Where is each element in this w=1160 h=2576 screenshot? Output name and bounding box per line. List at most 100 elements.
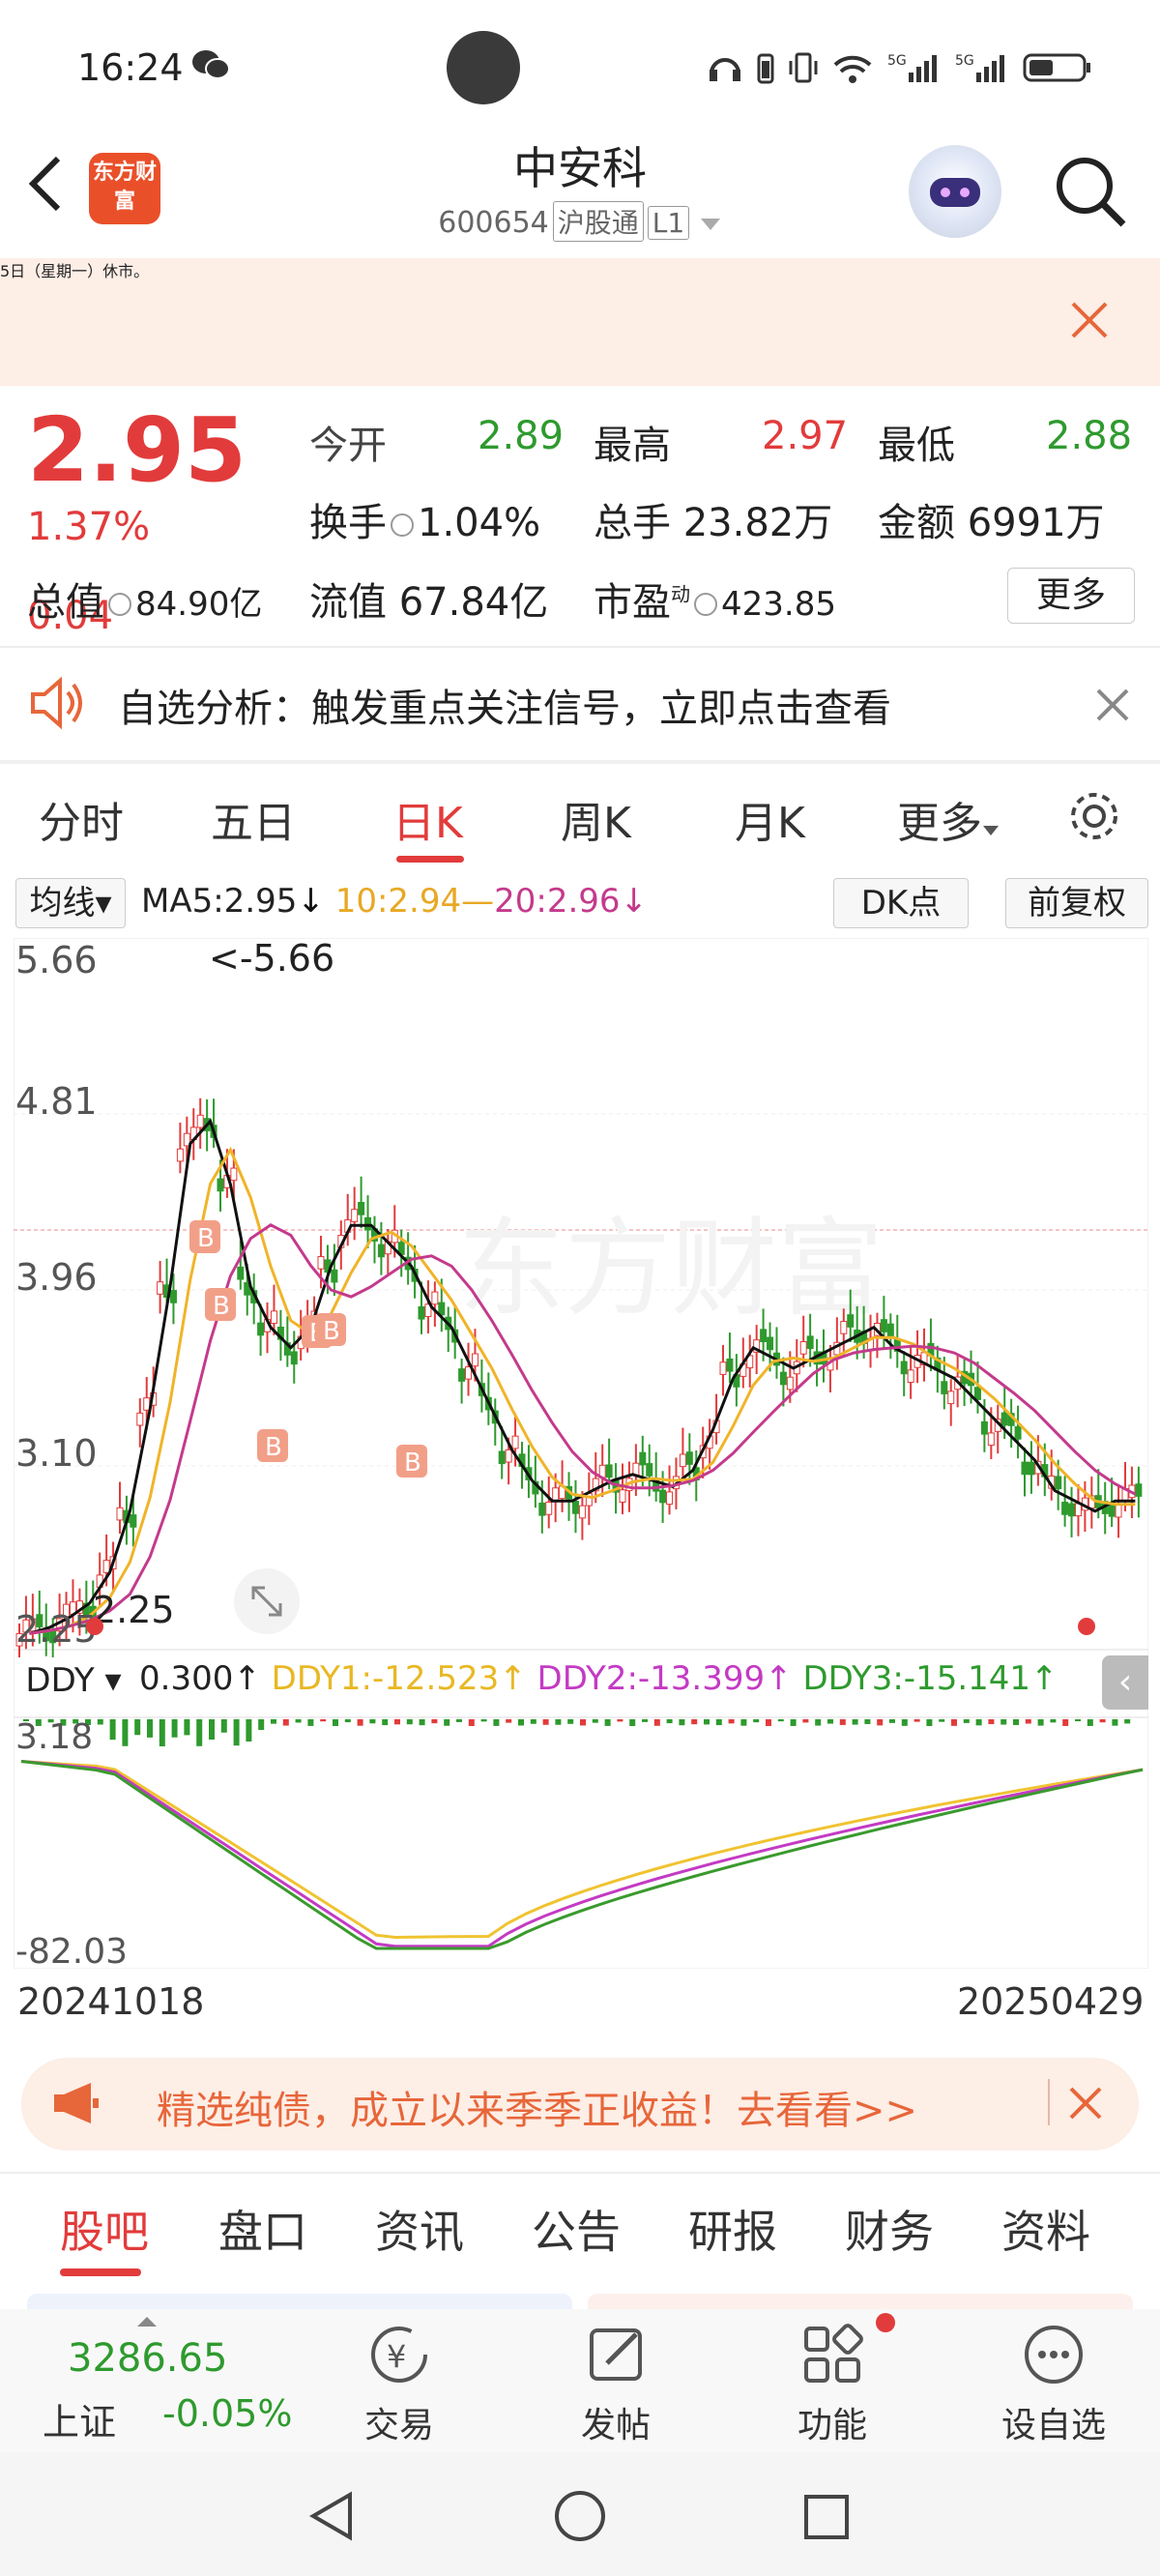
alert-text[interactable]: 自选分析：触发重点关注信号，立即点击查看 bbox=[118, 677, 891, 733]
more-quote-button[interactable]: 更多 bbox=[1007, 568, 1135, 624]
close-icon[interactable] bbox=[1094, 687, 1131, 723]
indicator-selector[interactable]: 均线▾ bbox=[15, 878, 126, 928]
tab-daily-k[interactable]: 日K bbox=[392, 788, 463, 850]
close-icon[interactable] bbox=[1067, 298, 1112, 342]
candle-body bbox=[458, 1368, 466, 1382]
notification-dot bbox=[876, 2313, 895, 2332]
battery-small-icon bbox=[757, 53, 774, 84]
b-marker-label: B bbox=[404, 1449, 421, 1478]
status-icons: 5G 5G bbox=[708, 48, 1092, 87]
system-back-icon[interactable] bbox=[307, 2491, 358, 2541]
tab-research[interactable]: 研报 bbox=[688, 2197, 777, 2261]
more-dots-icon bbox=[1025, 2326, 1083, 2384]
volume-value: 23.82万 bbox=[682, 501, 833, 545]
chevron-up-icon[interactable] bbox=[135, 2315, 159, 2328]
tab-profile[interactable]: 资料 bbox=[1001, 2197, 1090, 2261]
ddy-bar bbox=[147, 1719, 153, 1738]
ddy-bar bbox=[97, 1719, 103, 1725]
ddy-bar bbox=[307, 1719, 314, 1726]
vibrate-icon bbox=[789, 52, 818, 83]
assistant-robot-icon[interactable] bbox=[909, 145, 1001, 238]
candle-body bbox=[130, 1514, 137, 1528]
candle-body bbox=[1061, 1502, 1069, 1515]
tab-monthly-k[interactable]: 月K bbox=[735, 788, 805, 850]
nav-functions[interactable]: 功能 bbox=[789, 2321, 876, 2447]
nav-trade[interactable]: ¥ 交易 bbox=[356, 2321, 443, 2447]
open-row: 今开 bbox=[309, 414, 387, 470]
tab-order-book[interactable]: 盘口 bbox=[218, 2197, 307, 2261]
tab-intraday[interactable]: 分时 bbox=[39, 788, 124, 850]
candle-body bbox=[511, 1435, 519, 1449]
info-icon[interactable] bbox=[694, 593, 717, 616]
b-marker: B bbox=[189, 1220, 220, 1253]
y-axis-label: 5.66 bbox=[15, 939, 98, 981]
adjust-button[interactable]: 前复权 bbox=[1005, 878, 1148, 928]
nav-post[interactable]: 发帖 bbox=[572, 2321, 659, 2447]
tab-financials[interactable]: 财务 bbox=[845, 2197, 934, 2261]
ddy-bar bbox=[827, 1719, 833, 1724]
candle-body bbox=[545, 1502, 553, 1515]
candle-body bbox=[552, 1487, 560, 1501]
candle-body bbox=[176, 1148, 184, 1162]
candle-body bbox=[806, 1335, 814, 1350]
promo-text[interactable]: 精选纯债，成立以来季季正收益！去看看>> bbox=[157, 2079, 917, 2135]
close-icon[interactable] bbox=[1067, 2085, 1104, 2122]
candle-body bbox=[230, 1167, 238, 1182]
index-value[interactable]: 3286.65 bbox=[68, 2336, 227, 2381]
ddy-bar bbox=[406, 1719, 413, 1725]
tab-weekly-k[interactable]: 周K bbox=[561, 788, 631, 850]
tab-more[interactable]: 更多 bbox=[897, 788, 1000, 850]
ddy-bar bbox=[653, 1719, 660, 1726]
tab-news[interactable]: 资讯 bbox=[375, 2197, 464, 2261]
ddy-bar bbox=[246, 1719, 252, 1742]
collapse-panel-icon[interactable]: ‹ bbox=[1102, 1655, 1148, 1710]
candle-body bbox=[847, 1314, 855, 1328]
ddy-selector-label: DDY bbox=[25, 1661, 95, 1700]
candle-body bbox=[317, 1256, 325, 1270]
ddy-bar bbox=[184, 1719, 190, 1736]
system-recents-icon[interactable] bbox=[802, 2493, 851, 2541]
ddy-bar bbox=[753, 1719, 760, 1723]
candle-body bbox=[679, 1453, 686, 1468]
ddy-bar bbox=[233, 1719, 240, 1746]
ddy2-value: DDY2:-13.399 bbox=[536, 1659, 766, 1698]
ma5-arrow: ↓ bbox=[297, 882, 325, 921]
ddy-selector[interactable]: DDY ▾ bbox=[15, 1657, 131, 1704]
ddy-bar bbox=[704, 1719, 710, 1725]
candle-body bbox=[840, 1321, 848, 1334]
expand-icon[interactable] bbox=[234, 1568, 300, 1634]
candle-body bbox=[431, 1291, 439, 1305]
ddy-bar bbox=[592, 1719, 598, 1723]
candle-body bbox=[136, 1412, 144, 1426]
ddy-bar bbox=[604, 1719, 611, 1726]
nav-add-watchlist[interactable]: 设自选 bbox=[996, 2321, 1112, 2447]
speaker-icon bbox=[31, 676, 82, 730]
ddy-bar bbox=[951, 1719, 957, 1726]
candle-body bbox=[331, 1269, 338, 1283]
ddy-bar bbox=[159, 1719, 165, 1746]
tab-guba[interactable]: 股吧 bbox=[60, 2197, 149, 2261]
dk-point-button[interactable]: DK点 bbox=[833, 878, 969, 928]
market-tag: 沪股通 bbox=[552, 201, 644, 242]
candle-body bbox=[886, 1323, 894, 1337]
info-icon[interactable] bbox=[391, 513, 414, 537]
y-axis-label: 3.96 bbox=[15, 1256, 98, 1299]
candle-body bbox=[605, 1464, 613, 1478]
system-home-icon[interactable] bbox=[553, 2489, 607, 2543]
kline-chart[interactable]: 东方财富 5.66 4.81 3.96 3.10 2.25 <-5.66 2.2… bbox=[14, 938, 1148, 1969]
info-icon[interactable] bbox=[108, 593, 131, 616]
chevron-down-icon bbox=[983, 826, 999, 835]
active-tab-indicator bbox=[396, 856, 464, 863]
tab-announcements[interactable]: 公告 bbox=[532, 2197, 621, 2261]
status-time: 16:24 bbox=[77, 46, 184, 89]
candle-body bbox=[364, 1216, 372, 1231]
signal-dot bbox=[1078, 1618, 1095, 1635]
gear-icon[interactable] bbox=[1063, 785, 1125, 847]
open-label: 今开 bbox=[309, 424, 387, 468]
tab-five-day[interactable]: 五日 bbox=[211, 788, 296, 850]
ddy-bar bbox=[852, 1719, 858, 1725]
current-price: 2.95 bbox=[27, 398, 246, 502]
search-icon[interactable] bbox=[1052, 153, 1129, 230]
candle-body bbox=[1055, 1476, 1062, 1490]
ddy-bar bbox=[567, 1719, 574, 1724]
